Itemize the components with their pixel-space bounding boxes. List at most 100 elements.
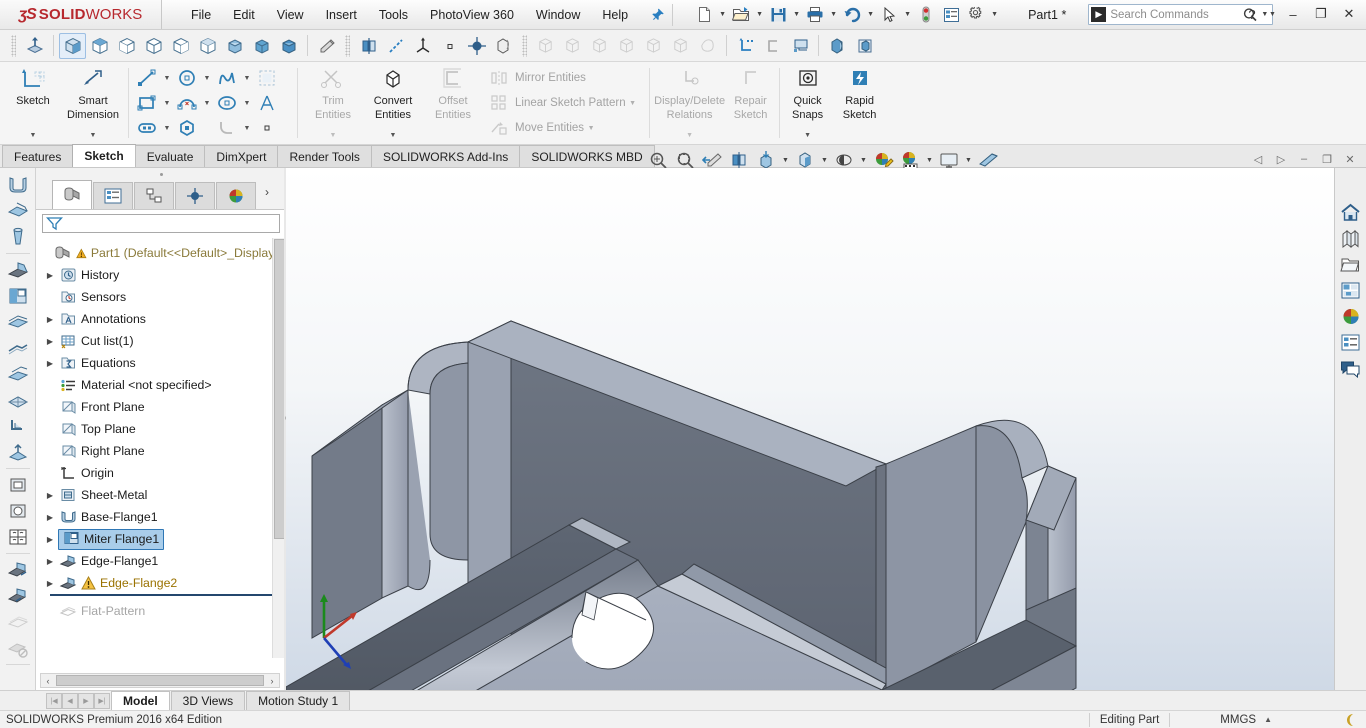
trim-entities-button[interactable]: Trim Entities ▼ [303,62,363,144]
next-tab-button[interactable]: ▶ [78,692,94,709]
linear-sketch-pattern-button[interactable]: Linear Sketch Pattern ▼ [485,91,642,116]
tree-item-flat-pattern[interactable]: Flat-Pattern [36,600,286,622]
status-units-caret[interactable]: ▲ [1264,715,1272,724]
arc-icon[interactable] [173,91,201,116]
file-explorer-icon[interactable] [1338,252,1364,277]
graphics-viewport[interactable] [286,168,1334,690]
tree-item-front-plane[interactable]: Front Plane [36,396,286,418]
appearance-cube-icon[interactable] [824,33,851,59]
std-view-6-icon[interactable] [667,33,694,59]
home-icon[interactable] [1338,200,1364,225]
menu-help[interactable]: Help [591,3,639,27]
smart-dimension-dropdown-caret[interactable]: ▼ [90,132,97,144]
toolbar-grip-3[interactable] [522,34,527,57]
property-manager-icon[interactable] [93,182,133,209]
view-palette-icon[interactable] [1338,278,1364,303]
open-document-caret[interactable]: ▼ [754,11,765,18]
point-icon[interactable] [253,116,281,141]
sketch-fillet-caret[interactable]: ▼ [241,116,253,141]
extruded-cut-icon[interactable] [3,472,33,498]
sketch-fillet-icon[interactable] [213,116,241,141]
menu-window[interactable]: Window [525,3,591,27]
tab-icon[interactable] [3,439,33,465]
std-view-4-icon[interactable] [613,33,640,59]
simple-hole-icon[interactable] [3,498,33,524]
polygon-icon[interactable] [173,116,201,141]
hscroll-left-arrow[interactable]: ‹ [41,676,55,686]
ellipse-caret[interactable]: ▼ [241,91,253,116]
display-pane-icon[interactable] [786,33,813,59]
tree-item-part1[interactable]: Part1 (Default<<Default>_Display S [36,242,286,264]
tree-item-top-plane[interactable]: Top Plane [36,418,286,440]
dimxpert-manager-icon[interactable] [175,182,215,209]
tree-item-history[interactable]: ▶ History [36,264,286,286]
normal-to-icon[interactable] [21,33,48,59]
hem-icon[interactable] [3,309,33,335]
status-units[interactable]: MMGS [1220,714,1256,726]
help-button[interactable]: ? [1239,3,1265,25]
tab-dimxpert[interactable]: DimXpert [204,145,279,167]
repair-sketch-button[interactable]: Repair Sketch [725,62,777,144]
custom-properties-icon[interactable] [1338,330,1364,355]
reference-geometry-icon[interactable] [409,33,436,59]
options-list-icon[interactable] [939,3,963,27]
bracket-icon[interactable] [759,33,786,59]
save-icon[interactable] [766,3,790,27]
view-orientation-caret[interactable]: ▼ [780,157,791,164]
sketch-dropdown-caret[interactable]: ▼ [30,132,37,144]
menu-view[interactable]: View [266,3,315,27]
line-icon[interactable] [133,66,161,91]
document-close-button[interactable]: ✕ [1340,150,1360,168]
tree-item-equations[interactable]: ▶ Equations [36,352,286,374]
offset-entities-button[interactable]: Offset Entities [423,62,483,144]
previous-document-button[interactable]: ◁ [1248,150,1268,168]
edge-flange-icon[interactable] [3,257,33,283]
last-tab-button[interactable]: ▶| [94,692,110,709]
menu-edit[interactable]: Edit [222,3,266,27]
sketch-button[interactable]: Sketch ▼ [3,62,63,144]
rapid-sketch-button[interactable]: Rapid Sketch [834,62,886,144]
measure-line-icon[interactable] [382,33,409,59]
print-caret[interactable]: ▼ [828,11,839,18]
open-document-icon[interactable] [729,3,753,27]
lofted-bend-icon[interactable] [3,224,33,250]
menu-tools[interactable]: Tools [368,3,419,27]
move-entities-button[interactable]: Move Entities ▼ [485,116,642,141]
gear-icon[interactable] [964,3,988,27]
zoom-to-area-icon[interactable] [313,33,340,59]
expand-arrow-annotations[interactable]: ▶ [42,315,58,324]
display-style-caret[interactable]: ▼ [819,157,830,164]
new-document-caret[interactable]: ▼ [717,11,728,18]
line-caret[interactable]: ▼ [161,66,173,91]
expand-arrow-sheet-metal[interactable]: ▶ [42,491,58,500]
expand-arrow-edge-flange1[interactable]: ▶ [42,557,58,566]
trim-entities-dropdown-caret[interactable]: ▼ [330,132,337,144]
expand-arrow-equations[interactable]: ▶ [42,359,58,368]
sketch-corner-icon[interactable] [732,33,759,59]
no-bends-icon[interactable] [3,635,33,661]
text-icon[interactable] [253,91,281,116]
rollback-bar[interactable] [50,594,276,596]
spline-caret[interactable]: ▼ [241,66,253,91]
sheet-metal-model[interactable] [286,168,1334,690]
select-caret[interactable]: ▼ [902,11,913,18]
rectangle-icon[interactable] [133,91,161,116]
linear-sketch-pattern-caret[interactable]: ▼ [626,100,640,107]
std-view-3-icon[interactable] [586,33,613,59]
base-flange-icon[interactable] [3,172,33,198]
unfold-icon[interactable] [3,557,33,583]
convert-entities-dropdown-caret[interactable]: ▼ [390,132,397,144]
front-view-icon[interactable] [113,33,140,59]
corner-icon[interactable] [3,413,33,439]
previous-tab-button[interactable]: ◀ [62,692,78,709]
dimetric-cube-icon[interactable] [275,33,302,59]
tree-item-sensors[interactable]: Sensors [36,286,286,308]
hscroll-thumb[interactable] [56,675,264,686]
display-delete-relations-caret[interactable]: ▼ [686,132,693,144]
tab-evaluate[interactable]: Evaluate [134,145,206,167]
tree-item-right-plane[interactable]: Right Plane [36,440,286,462]
std-view-2-icon[interactable] [559,33,586,59]
tree-item-edge-flange2[interactable]: ▶ Edge-Flange2 [36,572,286,594]
hide-show-items-caret[interactable]: ▼ [858,157,869,164]
bottom-tab-3d-views[interactable]: 3D Views [170,691,246,710]
